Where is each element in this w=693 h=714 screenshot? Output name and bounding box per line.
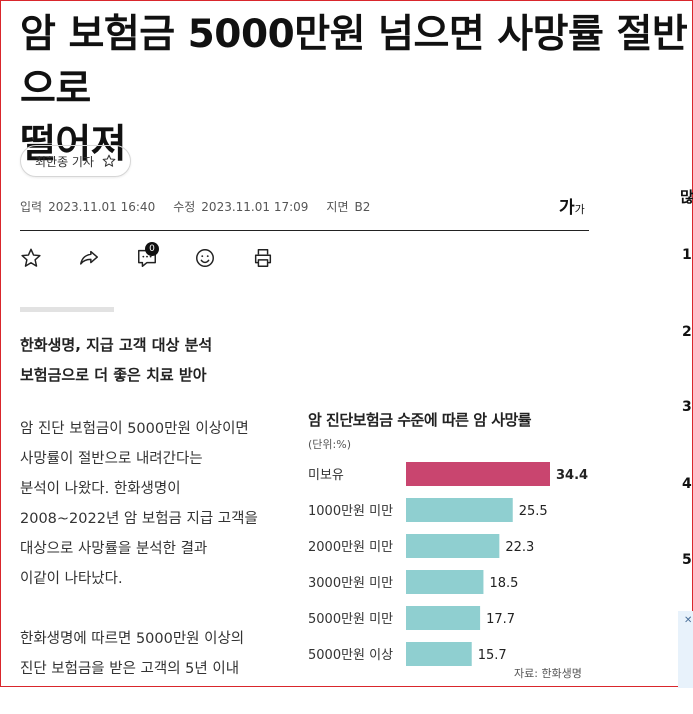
category-label: 2000만원 미만 xyxy=(308,540,393,555)
share-button[interactable] xyxy=(78,247,102,271)
bar xyxy=(406,534,500,558)
edit-label: 수정 xyxy=(173,200,196,214)
star-icon[interactable] xyxy=(102,154,116,168)
article-toolbar: 0 xyxy=(20,242,276,271)
bar xyxy=(406,498,513,522)
input-time: 2023.11.01 16:40 xyxy=(48,200,156,214)
emoji-icon xyxy=(196,249,214,267)
star-icon xyxy=(21,248,41,267)
bar xyxy=(406,642,472,666)
subhead-line: 보험금으로 더 좋은 치료 받아 xyxy=(20,366,207,384)
share-icon xyxy=(80,250,98,265)
close-icon[interactable]: ✕ xyxy=(684,615,692,626)
reporter-name: 최한종 기자 xyxy=(35,154,95,169)
rail-heading: 많 xyxy=(680,188,693,206)
value-label: 17.7 xyxy=(486,612,515,627)
mortality-chart: 암 진단보험금 수준에 따른 암 사망률 (단위:%) 미보유 34.4 1000만… xyxy=(301,406,601,688)
reaction-button[interactable] xyxy=(194,247,218,271)
category-label: 5000만원 미만 xyxy=(308,612,393,627)
summary-divider xyxy=(20,307,114,312)
rank-number[interactable]: 1 xyxy=(682,247,692,263)
article-meta: 입력 2023.11.01 16:40 수정 2023.11.01 17:09 지면… xyxy=(20,198,370,215)
input-label: 입력 xyxy=(20,200,43,214)
edit-time: 2023.11.01 17:09 xyxy=(201,200,309,214)
paragraph: 한화생명에 따르면 5000만원 이상의 진단 보험금을 받은 고객의 5년 이… xyxy=(20,631,245,677)
article-subheads: 한화생명, 지급 고객 대상 분석 보험금으로 더 좋은 치료 받아 xyxy=(20,330,212,390)
header-divider xyxy=(20,230,589,231)
ranking-rail: 많 1 2 3 4 5 ✕ xyxy=(678,1,693,688)
category-label: 1000만원 미만 xyxy=(308,504,393,519)
value-label: 18.5 xyxy=(489,576,518,591)
reporter-chip[interactable]: 최한종 기자 xyxy=(20,145,132,177)
print-button[interactable] xyxy=(252,247,276,271)
value-label: 25.5 xyxy=(519,504,548,519)
rank-number[interactable]: 4 xyxy=(682,476,692,492)
value-label: 22.3 xyxy=(505,540,534,555)
rank-number[interactable]: 3 xyxy=(682,399,692,415)
paragraph: 암 진단 보험금이 5000만원 이상이면 사망률이 절반으로 내려간다는 분석… xyxy=(20,421,258,587)
article-body: 암 진단 보험금이 5000만원 이상이면 사망률이 절반으로 내려간다는 분석… xyxy=(20,414,295,714)
font-size-button[interactable]: 가가 xyxy=(559,193,585,218)
print-icon xyxy=(254,249,272,267)
page-label: 지면 xyxy=(326,200,349,214)
category-label: 3000만원 미만 xyxy=(308,576,393,591)
page-value: B2 xyxy=(354,200,371,214)
value-label: 34.4 xyxy=(556,468,588,483)
bar xyxy=(406,570,484,594)
bookmark-button[interactable] xyxy=(20,247,44,271)
subhead-line: 한화생명, 지급 고객 대상 분석 xyxy=(20,336,213,354)
comment-count-badge: 0 xyxy=(145,242,159,256)
bar xyxy=(406,606,481,630)
category-label: 5000만원 이상 xyxy=(308,648,393,663)
category-label: 미보유 xyxy=(308,468,344,483)
rank-number[interactable]: 2 xyxy=(682,324,692,340)
bar xyxy=(406,462,550,486)
rank-number[interactable]: 5 xyxy=(682,552,692,568)
chart-plot: 미보유 34.4 1000만원 미만 25.5 2000만원 미만 22.3 3000만원 … xyxy=(308,462,588,666)
value-label: 15.7 xyxy=(478,648,507,663)
ad-banner[interactable]: ✕ xyxy=(678,611,693,688)
chart-source: 자료: 한화생명 xyxy=(514,667,582,680)
